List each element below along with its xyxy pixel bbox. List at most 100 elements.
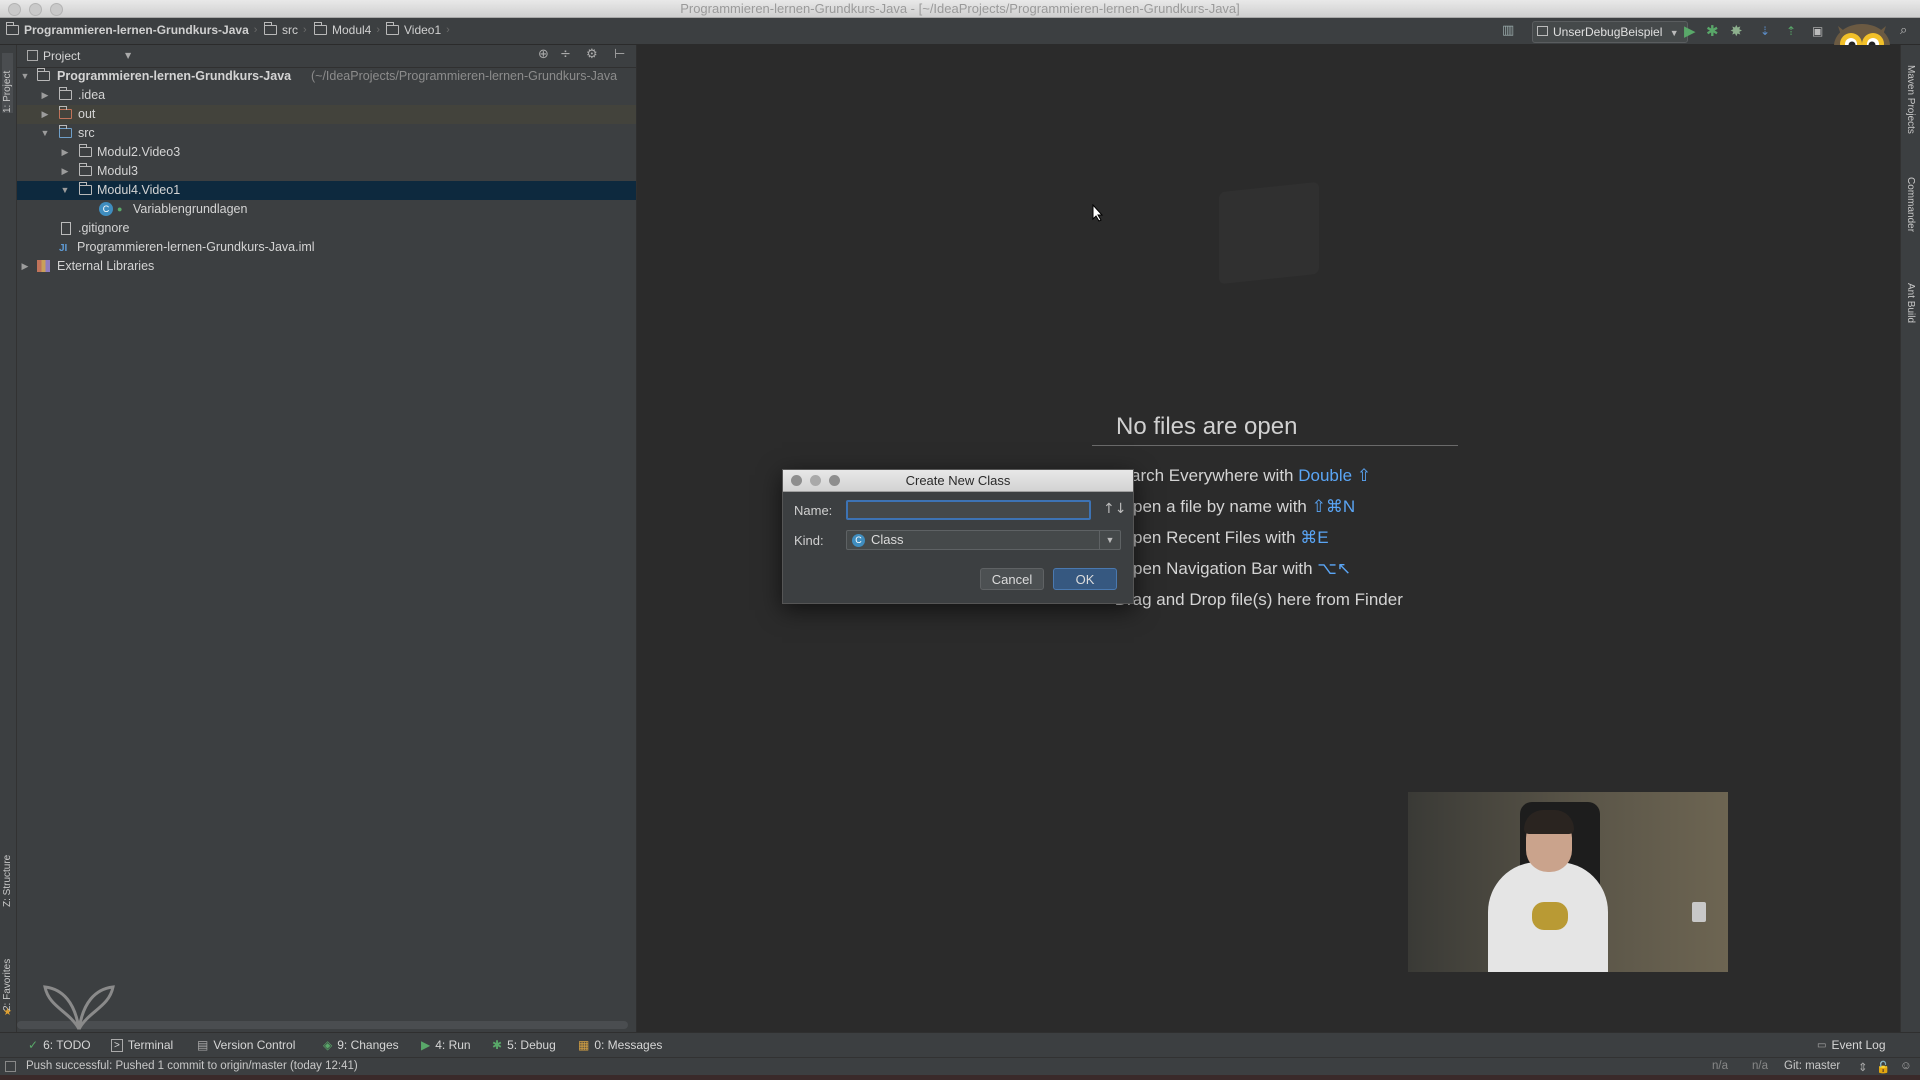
- run-config-icon: [1537, 26, 1548, 36]
- tree-row-external-libraries[interactable]: ▶ External Libraries: [17, 257, 636, 276]
- cancel-button[interactable]: Cancel: [980, 568, 1044, 590]
- maven-projects-tool-tab[interactable]: Maven Projects: [1905, 65, 1916, 134]
- right-tool-strip: Maven Projects Commander Ant Build: [1900, 45, 1920, 1047]
- tree-row-modul2-video3[interactable]: ▶ Modul2.Video3: [17, 143, 636, 162]
- structure-tool-tab[interactable]: Z: Structure: [2, 837, 13, 907]
- breadcrumb-modul4[interactable]: Modul4 ›: [314, 22, 380, 37]
- access-modifier-icon: ●: [117, 204, 123, 214]
- chevron-down-icon[interactable]: ▼: [1099, 531, 1120, 549]
- ant-build-tool-tab[interactable]: Ant Build: [1905, 283, 1916, 323]
- collapsed-arrow-icon[interactable]: ▶: [60, 143, 70, 162]
- hint-recent-files: pen Recent Files with ⌘E: [1133, 528, 1329, 547]
- expanded-arrow-icon[interactable]: ▼: [20, 67, 30, 86]
- sort-arrows-icon[interactable]: ↑↓: [1103, 501, 1126, 517]
- todo-tool-tab[interactable]: ✓ 6: TODO: [28, 1038, 91, 1052]
- lock-icon[interactable]: 🔓: [1876, 1060, 1890, 1074]
- folder-icon: [386, 22, 399, 35]
- search-everywhere-icon[interactable]: ⌕: [1900, 22, 1907, 40]
- collapse-all-icon[interactable]: ÷: [560, 47, 571, 62]
- changes-tool-tab[interactable]: ◈ 9: Changes: [323, 1038, 399, 1052]
- tree-row-modul3[interactable]: ▶ Modul3: [17, 162, 636, 181]
- kind-select[interactable]: C Class ▼: [846, 530, 1121, 550]
- terminal-tool-tab[interactable]: > Terminal: [111, 1038, 173, 1052]
- messages-tool-tab[interactable]: ▦ 0: Messages: [578, 1038, 662, 1052]
- event-log-icon: ▭: [1817, 1039, 1827, 1051]
- project-folder-icon: [6, 22, 19, 35]
- todo-icon: ✓: [28, 1038, 39, 1052]
- hint-drag-drop: • Drag and Drop file(s) here from Finder: [1104, 590, 1403, 609]
- status-message[interactable]: Push successful: Pushed 1 commit to orig…: [26, 1060, 358, 1072]
- run-tool-tab[interactable]: ▶ 4: Run: [421, 1038, 471, 1052]
- bottom-edge: [0, 1075, 1920, 1080]
- project-view-selector[interactable]: Project: [43, 49, 80, 63]
- package-icon: [79, 144, 92, 157]
- kind-label: Kind:: [794, 533, 824, 548]
- package-icon: [79, 163, 92, 176]
- collapsed-arrow-icon[interactable]: ▶: [40, 86, 50, 105]
- branch-switch-icon[interactable]: ⇕: [1858, 1060, 1868, 1074]
- caret-position: n/a: [1712, 1060, 1728, 1072]
- version-control-icon: ▤: [197, 1038, 209, 1052]
- hide-panel-icon[interactable]: ⊢: [614, 47, 625, 62]
- class-name-input[interactable]: [846, 500, 1091, 520]
- git-branch-widget[interactable]: Git: master: [1784, 1060, 1840, 1072]
- run-icon: ▶: [421, 1038, 431, 1052]
- scroll-from-source-icon[interactable]: ⊕: [538, 47, 549, 62]
- chevron-down-icon[interactable]: ▼: [125, 51, 131, 60]
- dialog-title: Create New Class: [905, 473, 1011, 488]
- breadcrumb-video1[interactable]: Video1 ›: [386, 22, 450, 37]
- run-icon[interactable]: ▶: [1684, 22, 1696, 40]
- collapsed-arrow-icon[interactable]: ▶: [20, 257, 30, 276]
- debug-tool-tab[interactable]: ✱ 5: Debug: [492, 1038, 556, 1052]
- create-new-class-dialog: Create New Class Name: ↑↓ Kind: C Class …: [782, 469, 1134, 604]
- project-tool-tab[interactable]: 1: Project: [2, 53, 13, 113]
- collapsed-arrow-icon[interactable]: ▶: [60, 162, 70, 181]
- tree-row-modul4-video1[interactable]: ▼ Modul4.Video1: [17, 181, 636, 200]
- project-panel-header: Project ▼ ⊕ ÷ ⚙ ⊢: [17, 45, 636, 68]
- tree-row-variablengrundlagen[interactable]: C ● Variablengrundlagen: [17, 200, 636, 219]
- inspection-icon[interactable]: ☺: [1900, 1060, 1912, 1072]
- breadcrumb-project[interactable]: Programmieren-lernen-Grundkurs-Java ›: [6, 22, 257, 37]
- version-control-tool-tab[interactable]: ▤ Version Control: [197, 1038, 295, 1052]
- debug-icon[interactable]: ✱: [1706, 22, 1719, 40]
- messages-icon: ▦: [578, 1038, 590, 1052]
- tree-row-out[interactable]: ▶ out: [17, 105, 636, 124]
- collapsed-arrow-icon[interactable]: ▶: [40, 105, 50, 124]
- hint-navigation-bar: pen Navigation Bar with ⌥↖: [1133, 559, 1352, 578]
- tree-row-gitignore[interactable]: .gitignore: [17, 219, 636, 238]
- coverage-icon[interactable]: ✸: [1730, 22, 1743, 40]
- package-icon: [79, 182, 92, 195]
- status-bar: Push successful: Pushed 1 commit to orig…: [0, 1057, 1920, 1076]
- name-label: Name:: [794, 503, 833, 518]
- vcs-update-icon[interactable]: ⇣: [1760, 22, 1770, 40]
- run-configuration-dropdown[interactable]: UnserDebugBeispiel ▼: [1532, 21, 1688, 43]
- ok-button[interactable]: OK: [1053, 568, 1117, 590]
- vcs-history-icon[interactable]: ▣: [1812, 22, 1823, 40]
- navigation-bar: Programmieren-lernen-Grundkurs-Java › sr…: [0, 18, 1920, 45]
- gear-icon[interactable]: ⚙: [586, 47, 598, 62]
- commander-tool-tab[interactable]: Commander: [1905, 177, 1916, 232]
- expanded-arrow-icon[interactable]: ▼: [40, 124, 50, 143]
- project-folder-icon: [37, 68, 50, 81]
- window-title-bar: Programmieren-lernen-Grundkurs-Java - [~…: [0, 0, 1920, 18]
- project-view-icon: [27, 50, 38, 61]
- folder-icon: [314, 22, 327, 35]
- tool-window-toggle-icon[interactable]: [5, 1061, 16, 1072]
- source-folder-icon: [59, 125, 72, 138]
- tree-row-src[interactable]: ▼ src: [17, 124, 636, 143]
- star-icon: ★: [3, 1007, 12, 1018]
- build-project-icon[interactable]: ▥: [1502, 22, 1514, 40]
- vcs-commit-icon[interactable]: ⇡: [1786, 22, 1796, 40]
- event-log-tool-tab[interactable]: ▭ Event Log: [1817, 1038, 1886, 1052]
- project-panel: Project ▼ ⊕ ÷ ⚙ ⊢ ▼ Programmieren-lernen…: [17, 45, 637, 1032]
- encoding-indicator: n/a: [1752, 1060, 1768, 1072]
- tree-row-idea[interactable]: ▶ .idea: [17, 86, 636, 105]
- window-title: Programmieren-lernen-Grundkurs-Java - [~…: [680, 1, 1240, 16]
- tree-row-iml[interactable]: JI Programmieren-lernen-Grundkurs-Java.i…: [17, 238, 636, 257]
- favorites-tool-tab[interactable]: 2: Favorites: [2, 941, 13, 1011]
- breadcrumb-src[interactable]: src ›: [264, 22, 307, 37]
- tree-row-project-root[interactable]: ▼ Programmieren-lernen-Grundkurs-Java (~…: [17, 67, 636, 86]
- hint-open-file: pen a file by name with ⇧⌘N: [1133, 497, 1356, 516]
- tool-windows-bar: ✓ 6: TODO > Terminal ▤ Version Control ◈ 9: …: [0, 1032, 1920, 1058]
- expanded-arrow-icon[interactable]: ▼: [60, 181, 70, 200]
